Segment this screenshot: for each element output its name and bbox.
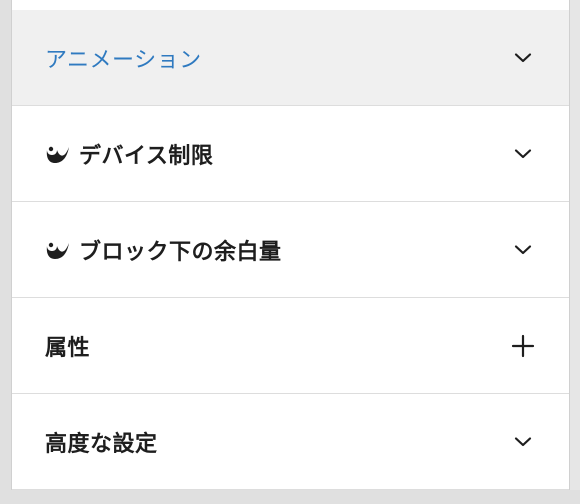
section-attributes[interactable]: 属性: [12, 298, 569, 394]
section-attributes-label: 属性: [45, 335, 91, 361]
section-animation[interactable]: アニメーション: [12, 10, 569, 106]
plus-icon[interactable]: [509, 332, 537, 360]
section-bottom-margin-label: ブロック下の余白量: [79, 239, 282, 265]
section-animation-title: アニメーション: [45, 42, 202, 74]
section-device-restriction-label: デバイス制限: [79, 143, 214, 169]
section-bottom-margin[interactable]: ブロック下の余白量: [12, 202, 569, 298]
section-device-restriction[interactable]: デバイス制限: [12, 106, 569, 202]
bottom-gutter: [0, 490, 580, 504]
vk-logo-icon: [45, 240, 71, 260]
sidebar-scroll-edge: [570, 0, 580, 490]
chevron-down-icon[interactable]: [509, 236, 537, 264]
section-bottom-margin-title: ブロック下の余白量: [45, 234, 282, 266]
chevron-down-icon[interactable]: [509, 428, 537, 456]
section-advanced-label: 高度な設定: [45, 431, 158, 457]
chevron-down-icon[interactable]: [509, 140, 537, 168]
section-advanced[interactable]: 高度な設定: [12, 394, 569, 490]
section-advanced-title: 高度な設定: [45, 426, 158, 458]
section-animation-label: アニメーション: [45, 47, 202, 73]
section-device-restriction-title: デバイス制限: [45, 138, 213, 170]
block-settings-panel: アニメーション デバイス制限 ブロック下の余白量 属性 高度な設定: [11, 0, 570, 490]
settings-sidebar-frame: アニメーション デバイス制限 ブロック下の余白量 属性 高度な設定: [0, 0, 580, 504]
section-attributes-title: 属性: [45, 330, 90, 362]
chevron-down-icon[interactable]: [509, 44, 537, 72]
vk-logo-icon: [45, 144, 71, 164]
